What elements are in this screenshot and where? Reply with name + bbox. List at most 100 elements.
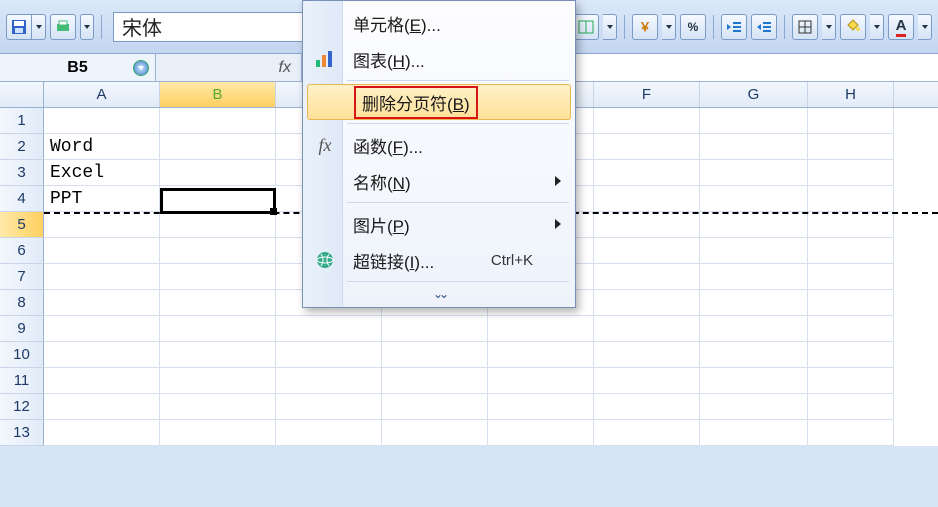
quick-print-button[interactable] [50, 14, 76, 40]
cell[interactable] [276, 316, 382, 342]
borders-dropdown[interactable] [822, 14, 836, 40]
cell[interactable] [808, 160, 894, 186]
row-header[interactable]: 13 [0, 420, 44, 446]
cell[interactable] [700, 108, 808, 134]
merge-cells-button[interactable] [573, 14, 599, 40]
cell[interactable] [160, 342, 276, 368]
increase-indent-button[interactable] [751, 14, 777, 40]
cell[interactable] [276, 368, 382, 394]
cell[interactable] [276, 342, 382, 368]
cell[interactable] [44, 420, 160, 446]
cell[interactable] [594, 290, 700, 316]
row-header[interactable]: 10 [0, 342, 44, 368]
menu-item-B[interactable]: 删除分页符(B) [307, 84, 571, 120]
cell[interactable] [594, 264, 700, 290]
cell[interactable] [160, 212, 276, 238]
cell[interactable] [44, 368, 160, 394]
currency-dropdown[interactable] [662, 14, 676, 40]
row-header[interactable]: 7 [0, 264, 44, 290]
cell[interactable] [44, 290, 160, 316]
cell[interactable] [160, 238, 276, 264]
borders-button[interactable] [792, 14, 818, 40]
cell[interactable] [594, 420, 700, 446]
menu-item-E[interactable]: 单元格(E)... [305, 5, 573, 41]
menu-item-N[interactable]: 名称(N) [305, 163, 573, 199]
cell[interactable] [44, 342, 160, 368]
cell[interactable] [808, 290, 894, 316]
fill-color-button[interactable] [840, 14, 866, 40]
cell[interactable]: Excel [44, 160, 160, 186]
save-button[interactable] [6, 14, 32, 40]
cell[interactable] [594, 368, 700, 394]
cell[interactable] [594, 316, 700, 342]
save-dropdown[interactable] [32, 14, 46, 40]
quick-access-more[interactable] [80, 14, 94, 40]
cell[interactable] [808, 368, 894, 394]
cell[interactable] [700, 290, 808, 316]
menu-item-F[interactable]: fx函数(F)... [305, 127, 573, 163]
cell[interactable]: Word [44, 134, 160, 160]
name-box-dropdown[interactable] [133, 60, 149, 76]
fill-color-dropdown[interactable] [870, 14, 884, 40]
cell[interactable] [808, 134, 894, 160]
row-header[interactable]: 5 [0, 212, 44, 238]
cell[interactable] [382, 368, 488, 394]
cell[interactable] [594, 160, 700, 186]
cell[interactable] [160, 264, 276, 290]
cell[interactable] [160, 134, 276, 160]
cell[interactable] [700, 212, 808, 238]
cell[interactable] [44, 394, 160, 420]
cell[interactable] [488, 368, 594, 394]
merge-dropdown[interactable] [603, 14, 617, 40]
col-header-B[interactable]: B [160, 82, 276, 107]
cell[interactable] [808, 316, 894, 342]
cell[interactable] [44, 108, 160, 134]
row-header[interactable]: 2 [0, 134, 44, 160]
menu-expand-button[interactable]: ⌄⌄ [305, 285, 573, 303]
row-header[interactable]: 8 [0, 290, 44, 316]
cell[interactable] [700, 160, 808, 186]
select-all-corner[interactable] [0, 82, 44, 107]
cell[interactable] [276, 394, 382, 420]
cell[interactable] [488, 394, 594, 420]
cell[interactable] [700, 316, 808, 342]
cell[interactable] [808, 238, 894, 264]
col-header-F[interactable]: F [594, 82, 700, 107]
cell[interactable] [160, 420, 276, 446]
cell[interactable] [160, 160, 276, 186]
row-header[interactable]: 4 [0, 186, 44, 212]
cell[interactable] [700, 420, 808, 446]
cell[interactable] [44, 212, 160, 238]
cell[interactable] [700, 186, 808, 212]
cell[interactable] [276, 420, 382, 446]
cell[interactable] [594, 134, 700, 160]
font-color-button[interactable]: A [888, 14, 914, 40]
col-header-G[interactable]: G [700, 82, 808, 107]
cell[interactable] [594, 342, 700, 368]
cell[interactable] [44, 264, 160, 290]
cell[interactable] [382, 394, 488, 420]
cell[interactable] [700, 238, 808, 264]
cell[interactable] [488, 420, 594, 446]
cell[interactable] [808, 108, 894, 134]
name-box[interactable]: B5 [0, 54, 156, 81]
row-header[interactable]: 11 [0, 368, 44, 394]
cell[interactable] [44, 316, 160, 342]
cell[interactable] [594, 394, 700, 420]
cell[interactable] [160, 108, 276, 134]
row-header[interactable]: 6 [0, 238, 44, 264]
row-header[interactable]: 12 [0, 394, 44, 420]
percent-button[interactable]: % [680, 14, 706, 40]
cell[interactable] [594, 186, 700, 212]
font-name-box[interactable]: 宋体 [113, 12, 323, 42]
cell[interactable] [382, 420, 488, 446]
decrease-indent-button[interactable] [721, 14, 747, 40]
cell[interactable] [382, 342, 488, 368]
cell[interactable] [160, 368, 276, 394]
cell[interactable] [488, 316, 594, 342]
cell[interactable] [700, 264, 808, 290]
cell[interactable]: PPT [44, 186, 160, 212]
cell[interactable] [808, 186, 894, 212]
cell[interactable] [382, 316, 488, 342]
cell[interactable] [594, 212, 700, 238]
